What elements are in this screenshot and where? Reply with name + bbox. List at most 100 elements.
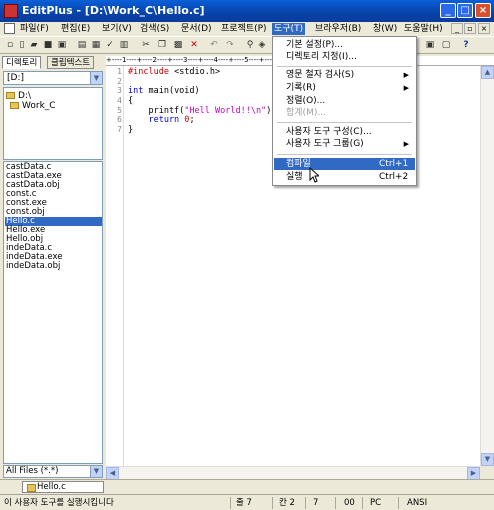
vertical-scrollbar[interactable]: ▲ ▼	[480, 66, 494, 466]
file-filter-select[interactable]: All Files (*.*) ▼	[3, 465, 103, 478]
tab-directory[interactable]: 디렉토리	[2, 56, 42, 69]
directory-tree[interactable]: D:\ Work_C	[3, 87, 103, 160]
window-icon[interactable]: ▢	[440, 39, 452, 51]
document-icon[interactable]	[4, 23, 15, 34]
save-icon[interactable]: ■	[42, 39, 54, 51]
menu-view[interactable]: 보기(V)	[100, 23, 134, 35]
window-title: EditPlus - [D:\Work_C\Hello.c]	[22, 4, 205, 17]
code-text: <stdio.h>	[168, 67, 221, 77]
mdi-close-button[interactable]: ×	[478, 23, 490, 34]
mdi-restore-button[interactable]: ▫	[464, 23, 476, 34]
close-button[interactable]: ×	[475, 3, 491, 18]
folder-item[interactable]: D:\	[6, 91, 31, 101]
menu-item-label: 사용자 도구 구성(C)...	[286, 127, 372, 137]
file-item[interactable]: indeData.obj	[5, 262, 102, 271]
menu-window[interactable]: 창(W)	[371, 23, 399, 35]
menu-item-label: 영문 철자 검사(S)	[286, 70, 355, 80]
chevron-down-icon[interactable]: ▼	[90, 72, 102, 84]
minimize-button[interactable]: _	[440, 3, 456, 18]
scroll-down-icon[interactable]: ▼	[481, 453, 494, 466]
cut-icon[interactable]: ✂	[140, 39, 152, 51]
menu-tools[interactable]: 도구(T)	[272, 23, 306, 35]
menu-browser[interactable]: 브라우저(B)	[313, 23, 363, 35]
menu-item-label: 정렬(O)...	[286, 96, 326, 106]
menu-project[interactable]: 프로젝트(P)	[219, 23, 269, 35]
status-char-code: 00	[344, 498, 355, 508]
new-file-icon[interactable]: ▫	[4, 39, 16, 51]
menu-help[interactable]: 도움말(H)	[402, 23, 445, 35]
spell-check-icon[interactable]: ✓	[104, 39, 116, 51]
maximize-button[interactable]: □	[457, 3, 473, 18]
replace-icon[interactable]: ◈	[256, 39, 268, 51]
menu-item-user-tool-group[interactable]: 사용자 도구 그룹(G) ▶	[274, 138, 415, 150]
line-number: 3	[117, 86, 122, 95]
chevron-down-icon[interactable]: ▼	[90, 466, 102, 477]
tab-cliptext[interactable]: 클립텍스트	[47, 56, 95, 69]
title-bar: EditPlus - [D:\Work_C\Hello.c] _ □ ×	[0, 0, 494, 22]
print-icon[interactable]: ▦	[90, 39, 102, 51]
redo-icon[interactable]: ↷	[224, 39, 236, 51]
line-number: 6	[117, 115, 122, 124]
line-number: 7	[117, 125, 122, 134]
delete-icon[interactable]: ✕	[188, 39, 200, 51]
menu-item-compile[interactable]: 컴파일 Ctrl+1	[274, 158, 415, 170]
save-all-icon[interactable]: ▣	[56, 39, 68, 51]
menu-document[interactable]: 문서(D)	[179, 23, 214, 35]
horizontal-scrollbar[interactable]: ◀ ▶	[106, 466, 480, 480]
menu-item-run[interactable]: 실행 Ctrl+2	[274, 171, 415, 183]
file-list[interactable]: castData.c castData.exe castData.obj con…	[3, 161, 103, 464]
status-message: 이 사용자 도구를 실행시킵니다	[4, 498, 114, 508]
status-divider	[272, 497, 273, 509]
line-number-gutter: 1 2 3 4 5 6 7	[106, 66, 124, 466]
menu-item-spell-check[interactable]: 영문 철자 검사(S) ▶	[274, 69, 415, 81]
status-divider	[362, 497, 363, 509]
sidebar-tabs: 디렉토리 클립텍스트	[2, 56, 102, 69]
menu-item-record[interactable]: 기록(R) ▶	[274, 82, 415, 94]
menu-item-sort[interactable]: 정렬(O)...	[274, 95, 415, 107]
toolbar: ▫ ▯ ▰ ■ ▣ ▤ ▦ ✓ ▥ ✂ ❐ ▩ ✕ ↶ ↷ ⚲ ◈ ▣ ▢ ?	[0, 36, 494, 54]
mouse-cursor-icon	[309, 167, 319, 183]
menu-search[interactable]: 검색(S)	[138, 23, 171, 35]
code-number: 0	[179, 115, 190, 125]
menu-item-shortcut: Ctrl+1	[379, 159, 409, 169]
paste-icon[interactable]: ▩	[172, 39, 184, 51]
drive-select-value: [D:]	[7, 73, 24, 83]
word-wrap-icon[interactable]: ▥	[118, 39, 130, 51]
folder-label: Work_C	[22, 101, 56, 111]
menu-item-label: 디렉토리 지정(I)...	[286, 52, 357, 62]
status-column: 칸 2	[279, 498, 295, 508]
find-icon[interactable]: ⚲	[244, 39, 256, 51]
menu-item-label: 합계(M)...	[286, 108, 326, 118]
new-icon[interactable]: ▯	[16, 39, 28, 51]
submenu-arrow-icon: ▶	[403, 84, 409, 92]
menu-item-label: 기본 설정(P)...	[286, 40, 344, 50]
mdi-minimize-button[interactable]: _	[451, 23, 463, 34]
menu-item-directory[interactable]: 디렉토리 지정(I)...	[274, 51, 415, 63]
menu-item-sum: 합계(M)...	[274, 107, 415, 119]
open-icon[interactable]: ▰	[28, 39, 40, 51]
file-filter-value: All Files (*.*)	[6, 466, 59, 476]
menu-file[interactable]: 파일(F)	[18, 23, 51, 35]
document-tab-bar: Hello.c	[0, 479, 494, 493]
code-line: int main(void)	[128, 86, 200, 96]
folder-item[interactable]: Work_C	[10, 101, 56, 111]
drive-select[interactable]: [D:] ▼	[3, 71, 103, 85]
undo-icon[interactable]: ↶	[208, 39, 220, 51]
scroll-up-icon[interactable]: ▲	[481, 66, 494, 79]
print-preview-icon[interactable]: ▤	[76, 39, 88, 51]
status-divider	[335, 497, 336, 509]
help-icon[interactable]: ?	[460, 39, 472, 51]
line-number: 2	[117, 77, 122, 86]
document-tab-label: Hello.c	[37, 482, 66, 492]
menu-edit[interactable]: 편집(E)	[59, 23, 92, 35]
line-number: 5	[117, 106, 122, 115]
copy-icon[interactable]: ❐	[156, 39, 168, 51]
app-icon[interactable]	[4, 4, 18, 18]
code-line: }	[128, 125, 134, 135]
browser-icon[interactable]: ▣	[424, 39, 436, 51]
document-tab[interactable]: Hello.c	[22, 481, 104, 493]
code-keyword: return	[128, 115, 180, 125]
folder-label: D:\	[18, 91, 31, 101]
menu-item-configure-user-tools[interactable]: 사용자 도구 구성(C)...	[274, 126, 415, 138]
menu-item-preferences[interactable]: 기본 설정(P)...	[274, 39, 415, 51]
